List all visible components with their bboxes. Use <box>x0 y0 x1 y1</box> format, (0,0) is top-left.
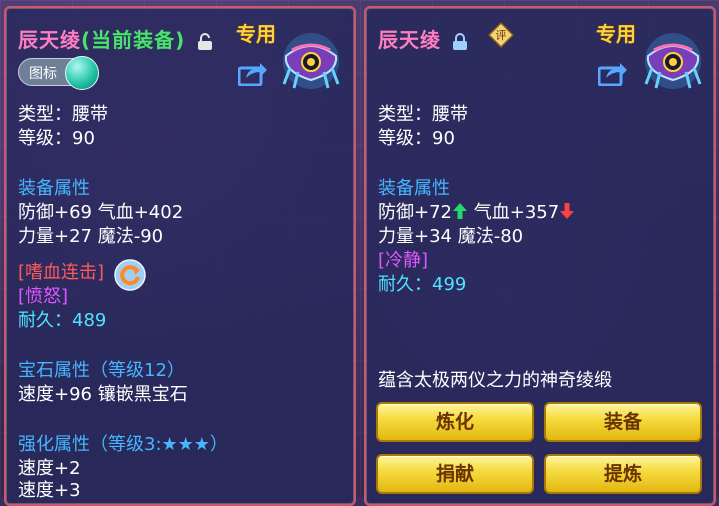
gem-line: 速度+96 镶嵌黑宝石 <box>18 384 188 405</box>
equipped-label: (当前装备) <box>81 28 186 52</box>
item-name: 辰天绫 <box>18 28 81 52</box>
attr-line-2: 力量+27 魔法-90 <box>18 226 164 247</box>
item-belt-icon <box>282 33 340 89</box>
durability: 耐久：489 <box>18 310 107 331</box>
special-skill: [嗜血连击] <box>18 262 105 283</box>
item-name: 辰天绫 <box>378 28 441 52</box>
equip-attr-header: 装备属性 <box>18 178 90 199</box>
refresh-skill-icon[interactable] <box>114 259 146 291</box>
special-effect: [愤怒] <box>18 286 69 307</box>
enhance-line-2: 速度+3 <box>18 480 81 501</box>
toggle-knob <box>65 56 99 90</box>
equip-button[interactable]: 装备 <box>544 402 702 442</box>
attr-defense: 防御+72 <box>378 202 452 223</box>
share-icon[interactable] <box>598 60 628 86</box>
attr-line-1: 防御+72 气血+357 <box>378 202 575 224</box>
special-effect: [冷静] <box>378 250 429 271</box>
level-line: 等级：90 <box>18 128 95 149</box>
item-title: 辰天绫 <box>378 24 467 53</box>
type-line: 类型：腰带 <box>18 104 108 125</box>
exclusive-label: 专用 <box>596 22 636 46</box>
attr-line-1: 防御+69 气血+402 <box>18 202 184 223</box>
type-line: 类型：腰带 <box>378 104 468 125</box>
gem-attr-header: 宝石属性（等级12） <box>18 360 185 381</box>
arrow-down-icon <box>560 203 575 219</box>
attr-line-2: 力量+34 魔法-80 <box>378 226 524 247</box>
durability: 耐久：499 <box>378 274 467 295</box>
enhance-line-1: 速度+2 <box>18 458 81 479</box>
exclusive-label: 专用 <box>236 22 276 46</box>
item-belt-icon <box>644 33 702 89</box>
icon-toggle-label: 图标 <box>29 66 57 82</box>
evaluate-icon[interactable]: 评 <box>488 22 514 48</box>
extract-button[interactable]: 提炼 <box>544 454 702 494</box>
donate-button[interactable]: 捐献 <box>376 454 534 494</box>
compare-item-tooltip: 辰天绫 评 专用 类型：腰带 等级：90 装备属性 防御+72 气血+357 力… <box>364 6 716 506</box>
equip-attr-header: 装备属性 <box>378 178 450 199</box>
arrow-up-icon <box>453 203 467 219</box>
share-icon[interactable] <box>238 60 268 86</box>
svg-text:评: 评 <box>496 29 507 42</box>
level-line: 等级：90 <box>378 128 455 149</box>
attr-hp: 气血+357 <box>473 202 560 223</box>
enhance-attr-header: 强化属性（等级3:★★★） <box>18 434 228 455</box>
item-title: 辰天绫(当前装备) <box>18 24 213 53</box>
item-description: 蕴含太极两仪之力的神奇绫缎 <box>378 370 612 391</box>
icon-toggle[interactable]: 图标 <box>18 56 99 90</box>
lock-icon[interactable] <box>452 32 467 51</box>
equipped-item-tooltip: 辰天绫(当前装备) 专用 图标 类型：腰带 等级：90 装备属性 防御+69 气… <box>4 6 356 506</box>
refine-button[interactable]: 炼化 <box>376 402 534 442</box>
unlock-icon[interactable] <box>197 32 213 51</box>
